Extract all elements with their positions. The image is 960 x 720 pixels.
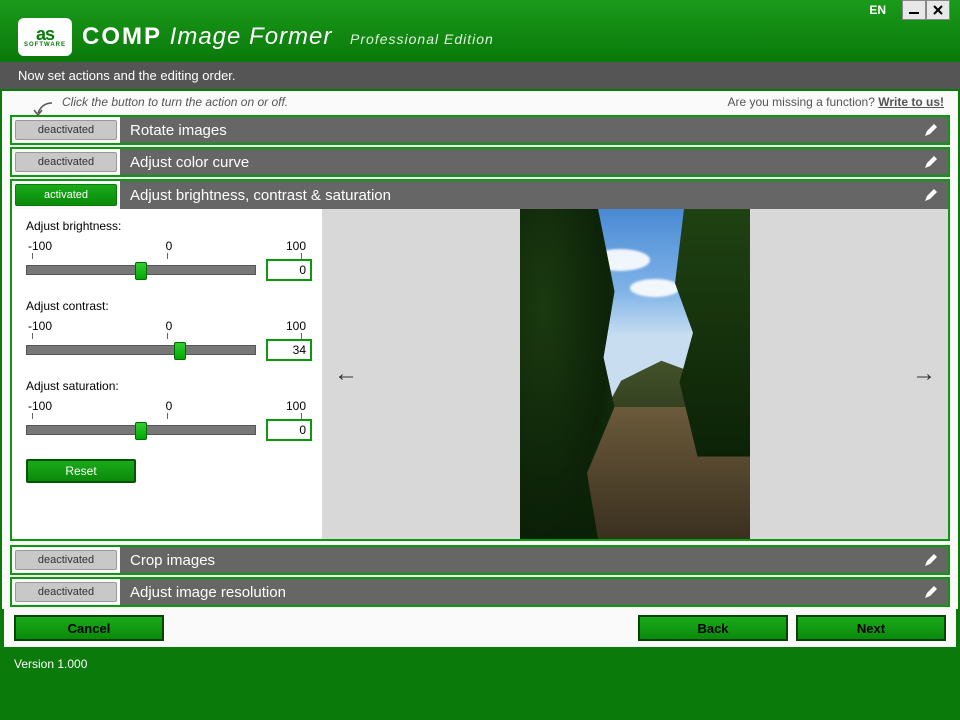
footer-nav: Cancel Back Next bbox=[2, 609, 958, 649]
prev-image-arrow[interactable]: ← bbox=[334, 360, 358, 388]
action-title-rotate: Rotate images bbox=[120, 117, 914, 143]
brightness-input[interactable] bbox=[266, 259, 312, 281]
pencil-icon bbox=[923, 122, 939, 138]
bcs-panel: Adjust brightness: -1000100 Adjust contr… bbox=[10, 209, 950, 541]
minimize-button[interactable] bbox=[902, 0, 926, 20]
action-title-crop: Crop images bbox=[120, 547, 914, 573]
toggle-crop[interactable]: deactivated bbox=[15, 550, 117, 570]
toggle-resolution[interactable]: deactivated bbox=[15, 582, 117, 602]
contrast-block: Adjust contrast: -1000100 bbox=[26, 299, 308, 361]
toggle-bcs[interactable]: activated bbox=[15, 184, 117, 206]
arrow-down-icon bbox=[32, 101, 56, 119]
close-icon bbox=[932, 4, 944, 16]
pencil-icon bbox=[923, 584, 939, 600]
language-badge[interactable]: EN bbox=[861, 1, 894, 19]
edit-rotate[interactable] bbox=[914, 117, 948, 143]
back-button[interactable]: Back bbox=[638, 615, 788, 641]
action-row-bcs: activated Adjust brightness, contrast & … bbox=[10, 179, 950, 209]
brand-text: COMP Image Former Professional Edition bbox=[82, 23, 494, 51]
version-label: Version 1.000 bbox=[0, 649, 960, 679]
edit-resolution[interactable] bbox=[914, 579, 948, 605]
edit-crop[interactable] bbox=[914, 547, 948, 573]
write-to-us-link[interactable]: Write to us! bbox=[878, 95, 944, 109]
action-title-resolution: Adjust image resolution bbox=[120, 579, 914, 605]
contrast-slider[interactable] bbox=[26, 345, 256, 355]
image-preview bbox=[520, 209, 750, 539]
hint-text: Click the button to turn the action on o… bbox=[62, 95, 288, 109]
toggle-colorcurve[interactable]: deactivated bbox=[15, 152, 117, 172]
minimize-icon bbox=[908, 4, 920, 16]
app-header: as SOFTWARE COMP Image Former Profession… bbox=[0, 0, 960, 60]
close-button[interactable] bbox=[926, 0, 950, 20]
cancel-button[interactable]: Cancel bbox=[14, 615, 164, 641]
brightness-thumb[interactable] bbox=[135, 262, 147, 280]
toggle-rotate[interactable]: deactivated bbox=[15, 120, 117, 140]
saturation-slider[interactable] bbox=[26, 425, 256, 435]
edit-colorcurve[interactable] bbox=[914, 149, 948, 175]
brand-badge: as SOFTWARE bbox=[18, 18, 72, 56]
next-button[interactable]: Next bbox=[796, 615, 946, 641]
action-row-crop: deactivated Crop images bbox=[10, 545, 950, 575]
brightness-slider[interactable] bbox=[26, 265, 256, 275]
action-row-colorcurve: deactivated Adjust color curve bbox=[10, 147, 950, 177]
saturation-thumb[interactable] bbox=[135, 422, 147, 440]
pencil-icon bbox=[923, 552, 939, 568]
next-image-arrow[interactable]: → bbox=[912, 360, 936, 388]
instruction-bar: Now set actions and the editing order. bbox=[0, 60, 960, 91]
pencil-icon bbox=[923, 154, 939, 170]
reset-button[interactable]: Reset bbox=[26, 459, 136, 483]
pencil-icon bbox=[923, 187, 939, 203]
contrast-input[interactable] bbox=[266, 339, 312, 361]
contrast-thumb[interactable] bbox=[174, 342, 186, 360]
saturation-block: Adjust saturation: -1000100 bbox=[26, 379, 308, 441]
action-row-rotate: deactivated Rotate images bbox=[10, 115, 950, 145]
preview-pane: ← → bbox=[322, 209, 948, 539]
brightness-block: Adjust brightness: -1000100 bbox=[26, 219, 308, 281]
action-row-resolution: deactivated Adjust image resolution bbox=[10, 577, 950, 607]
action-title-bcs: Adjust brightness, contrast & saturation bbox=[120, 181, 914, 209]
saturation-input[interactable] bbox=[266, 419, 312, 441]
action-title-colorcurve: Adjust color curve bbox=[120, 149, 914, 175]
edit-bcs[interactable] bbox=[914, 181, 948, 209]
hint-feedback: Are you missing a function? Write to us! bbox=[727, 95, 944, 109]
